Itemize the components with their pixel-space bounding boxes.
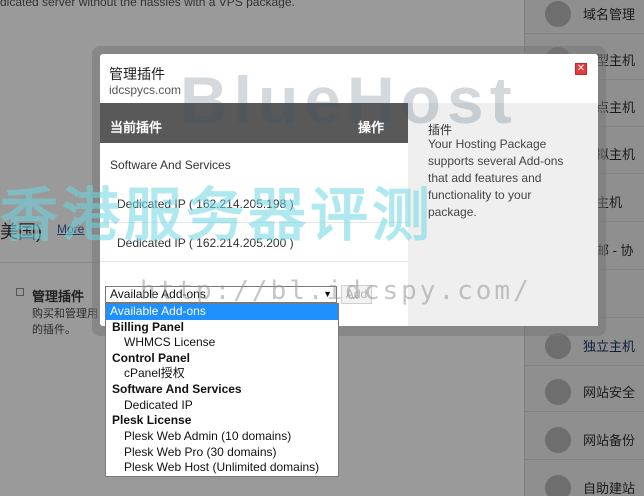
sidebar-item-security[interactable]: 网站安全 (525, 372, 644, 412)
plugin-section-title[interactable]: 管理插件 (32, 286, 84, 305)
dropdown-group: Control Panel (112, 350, 191, 365)
watermark-cn: 香港服务器评测 (0, 183, 435, 248)
dedicated-server-icon (545, 332, 571, 359)
watermark-brand: BlueHost (180, 63, 518, 137)
shield-g-icon (545, 426, 571, 453)
dropdown-group: Software And Services (112, 382, 242, 396)
dropdown-option[interactable]: Available Add-ons (106, 304, 338, 320)
sidebar-item-domains[interactable]: 域名管理 (525, 0, 644, 34)
dropdown-group: Billing Panel (112, 319, 185, 334)
dropdown-option[interactable]: Plesk Web Pro (30 domains) (106, 445, 338, 461)
watermark-url: http://bl.idcspy.com/ (140, 276, 532, 306)
info-description: Your Hosting Package supports several Ad… (428, 137, 564, 219)
header-current-addons: 当前插件 (110, 120, 163, 135)
plugin-icon (16, 288, 24, 296)
dropdown-group: Plesk License (112, 413, 192, 427)
www-globe-icon (545, 0, 571, 27)
sidebar-item-backup[interactable]: 网站备份 (525, 420, 644, 460)
lock-icon (545, 378, 571, 405)
dropdown-option[interactable]: Dedicated IP (106, 398, 338, 414)
builder-icon (545, 474, 571, 496)
modal-domain: idcspycs.com (109, 83, 182, 97)
dropdown-option[interactable]: Plesk Web Host (Unlimited domains) (106, 460, 338, 476)
sidebar-item-builder[interactable]: 自助建站 (525, 468, 644, 496)
dropdown-option[interactable]: cPanel授权 (106, 366, 338, 382)
close-icon[interactable]: ✕ (575, 63, 587, 75)
dropdown-option[interactable]: WHMCS License (106, 335, 338, 351)
modal-title: 管理插件 (109, 66, 165, 82)
dropdown-option[interactable]: Plesk Web Admin (10 domains) (106, 429, 338, 445)
intro-text: dicated server without the hassles with … (0, 0, 295, 8)
addon-dropdown-list: Available Add-ons Billing Panel WHMCS Li… (105, 303, 339, 477)
